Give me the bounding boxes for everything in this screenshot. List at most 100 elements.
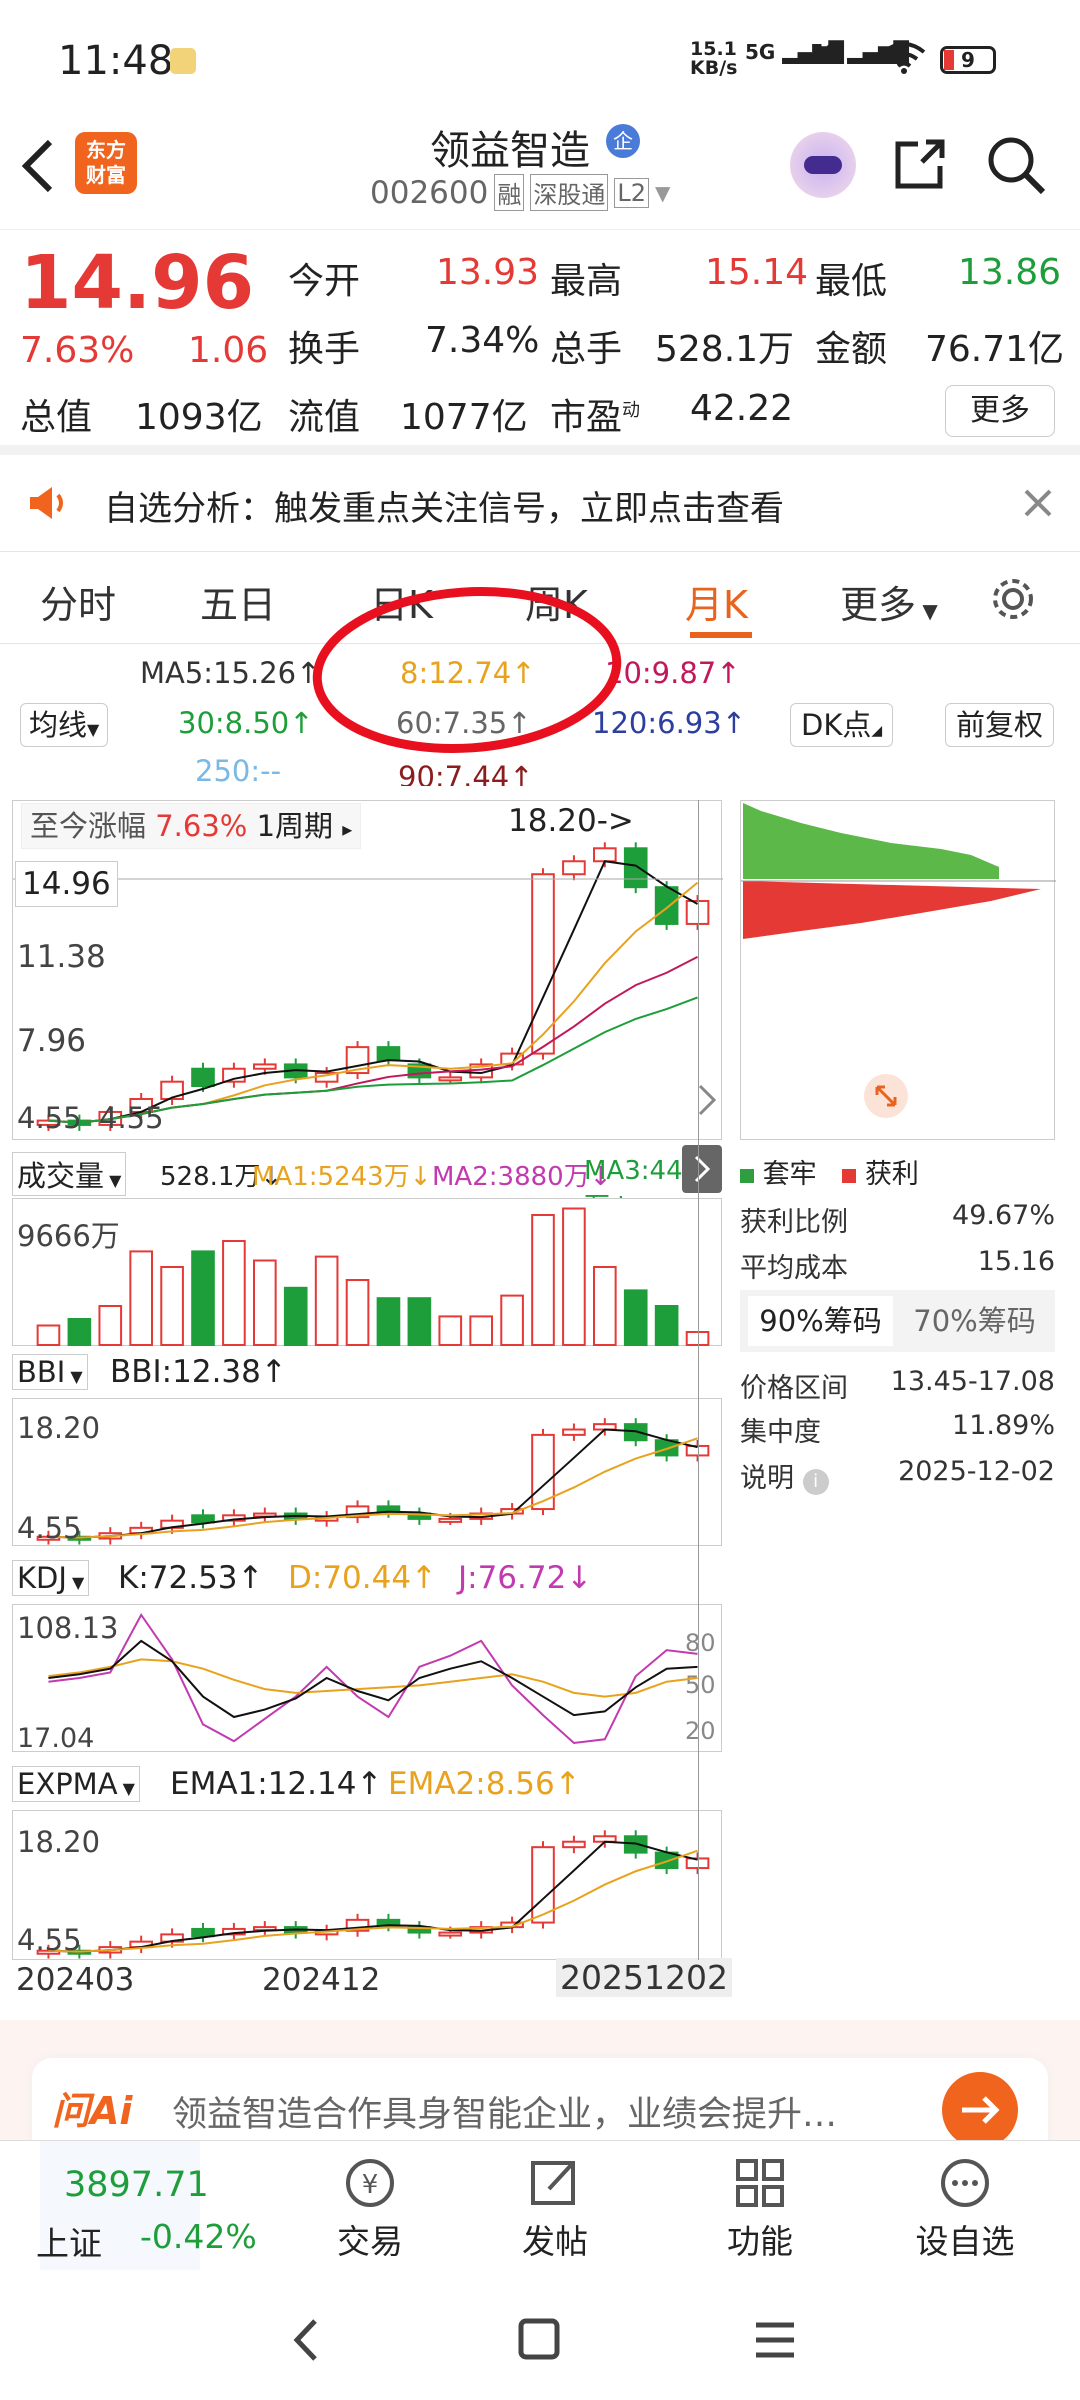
share-icon[interactable] [890, 134, 950, 194]
notice-bar[interactable]: 自选分析：触发重点关注信号，立即点击查看 [0, 455, 1080, 552]
volume-bar [438, 1315, 463, 1347]
function-button[interactable]: 功能 [710, 2155, 810, 2263]
post-button[interactable]: 发帖 [505, 2155, 605, 2263]
tab-intraday[interactable]: 分时 [40, 574, 116, 629]
kdj-j: J:76.72↓ [458, 1560, 593, 1596]
kline-panel[interactable]: 至今涨幅 7.63% 1周期 ▸ 18.20-> 14.96 11.38 7.9… [12, 800, 723, 1141]
kdj-k: K:72.53↑ [118, 1560, 264, 1596]
vol-ma1: MA1:5243万↓ [252, 1162, 432, 1192]
x-label-3: 20251202 [556, 1958, 732, 1997]
tab-chip-70[interactable]: 70%筹码 [902, 1296, 1047, 1346]
low-marker: 4.55 [99, 1101, 164, 1135]
bbi-panel[interactable]: 18.20 4.55 [12, 1398, 722, 1546]
ma30-value: 30:8.50↑ [178, 706, 314, 740]
candle-body [191, 1927, 215, 1938]
volume-select[interactable]: 成交量 ▼ [12, 1152, 127, 1196]
x-label-2: 202412 [262, 1962, 381, 1998]
ma-line-mid [48, 1849, 698, 1953]
search-icon[interactable] [985, 134, 1047, 196]
nav-back-icon[interactable] [285, 2315, 325, 2365]
volume-header: 成交量 ▼ 528.1万↓ MA1:5243万↓ MA2:3880万↓ MA3:… [12, 1148, 722, 1222]
yen-circle-icon: ¥ [346, 2159, 394, 2207]
index-widget[interactable]: 3897.71 上证 -0.42% [36, 2141, 257, 2271]
tab-five-day[interactable]: 五日 [200, 574, 276, 629]
kdj-select[interactable]: KDJ ▼ [12, 1560, 90, 1596]
high-value: 15.14 [705, 252, 809, 293]
close-icon[interactable] [1022, 487, 1054, 519]
turnover-label: 换手 [288, 329, 361, 370]
y-label-low: 4.55 [17, 1101, 82, 1135]
index-change: -0.42% [140, 2217, 257, 2256]
wifi-icon [882, 42, 926, 74]
expma-panel[interactable]: 18.20 4.55 [12, 1810, 722, 1960]
candle-body [623, 847, 648, 889]
float-label: 流值 [288, 397, 361, 438]
expma-select[interactable]: EXPMA ▼ [12, 1766, 140, 1802]
more-button[interactable]: 更多 [945, 385, 1055, 437]
kdj-j-line [48, 1612, 698, 1745]
info-icon[interactable]: i [802, 1469, 829, 1495]
pe-label: 市盈动 [550, 397, 641, 438]
volume-label: 总手 [550, 329, 623, 370]
nav-menu-icon[interactable] [750, 2315, 800, 2365]
volume-bar [376, 1297, 401, 1346]
note-row: 说明 i 2025-12-02 [740, 1456, 1055, 1495]
dk-point-button[interactable]: DK点◢ [790, 703, 894, 747]
bbi-select[interactable]: BBI ▼ [12, 1354, 88, 1390]
nav-home-icon[interactable] [515, 2315, 565, 2365]
volume-bar [253, 1259, 277, 1346]
more-dots-icon [941, 2159, 989, 2207]
volume-bar [531, 1214, 555, 1346]
ma5-value: MA5:15.26↑ [140, 656, 321, 690]
gear-icon[interactable] [988, 574, 1038, 624]
chevron-right-icon[interactable] [692, 1080, 722, 1120]
candle-body [438, 1076, 463, 1082]
current-price: 14.96 [20, 240, 255, 326]
expma-ema2: EMA2:8.56↑ [388, 1766, 581, 1802]
app-logo[interactable]: 东方 财富 [75, 132, 137, 194]
ma-select[interactable]: 均线▼ [20, 703, 109, 747]
speaker-icon [30, 487, 63, 519]
margin-tag: 融 [494, 174, 525, 211]
stock-code-row: 002600 融 深股通 L2 ▼ [370, 174, 670, 211]
kline-canvas[interactable] [13, 801, 723, 1141]
volume-bar [160, 1266, 184, 1346]
notice-text: 自选分析：触发重点关注信号，立即点击查看 [104, 489, 784, 529]
change-amount: 1.06 [188, 330, 269, 371]
tab-more[interactable]: 更多 ▼ [840, 574, 938, 629]
bottom-toolbar: 3897.71 上证 -0.42% ¥ 交易 发帖 功能 设自选 [0, 2140, 1080, 2271]
kdj-canvas [48, 1612, 698, 1745]
battery-level [944, 50, 954, 70]
open-value: 13.93 [436, 252, 540, 293]
ma-line-long [48, 955, 699, 1124]
ma-line-short [48, 860, 699, 1124]
volume-bar [500, 1294, 524, 1346]
concentration-row: 集中度 11.89% [740, 1410, 1055, 1448]
volume-panel[interactable]: 9666万 [12, 1198, 722, 1347]
volume-bar [283, 1286, 308, 1347]
robot-assistant-icon[interactable] [790, 132, 856, 198]
kdj-panel[interactable]: 108.13 17.04 80 50 20 [12, 1604, 722, 1754]
adjust-button[interactable]: 前复权 [945, 703, 1055, 747]
pe-value: 42.22 [690, 388, 794, 429]
chip-distribution-panel[interactable] [740, 800, 1056, 1140]
ai-go-button[interactable] [942, 2072, 1018, 2148]
bbi-header: BBI ▼ BBI:12.38↑ [12, 1350, 722, 1398]
chip-tabs: 90%筹码 70%筹码 [740, 1290, 1055, 1352]
add-watchlist-button[interactable]: 设自选 [910, 2155, 1020, 2263]
trade-button[interactable]: ¥ 交易 [320, 2155, 420, 2263]
tab-monthly-k[interactable]: 月K [685, 574, 748, 629]
tab-chip-90[interactable]: 90%筹码 [748, 1296, 893, 1346]
index-value: 3897.71 [64, 2165, 209, 2205]
volume-bar [129, 1250, 154, 1346]
expma-canvas [36, 1830, 710, 1959]
candle-body [562, 1428, 586, 1436]
high-label: 最高 [550, 261, 623, 302]
candle-body [253, 1063, 277, 1070]
chevron-down-icon[interactable]: ▼ [655, 181, 670, 205]
back-icon[interactable] [18, 138, 58, 194]
avg-cost-row: 平均成本 15.16 [740, 1246, 1055, 1284]
hand-drawn-circle [312, 586, 622, 754]
collapse-toggle[interactable] [682, 1145, 722, 1193]
expand-icon[interactable] [861, 1071, 911, 1121]
